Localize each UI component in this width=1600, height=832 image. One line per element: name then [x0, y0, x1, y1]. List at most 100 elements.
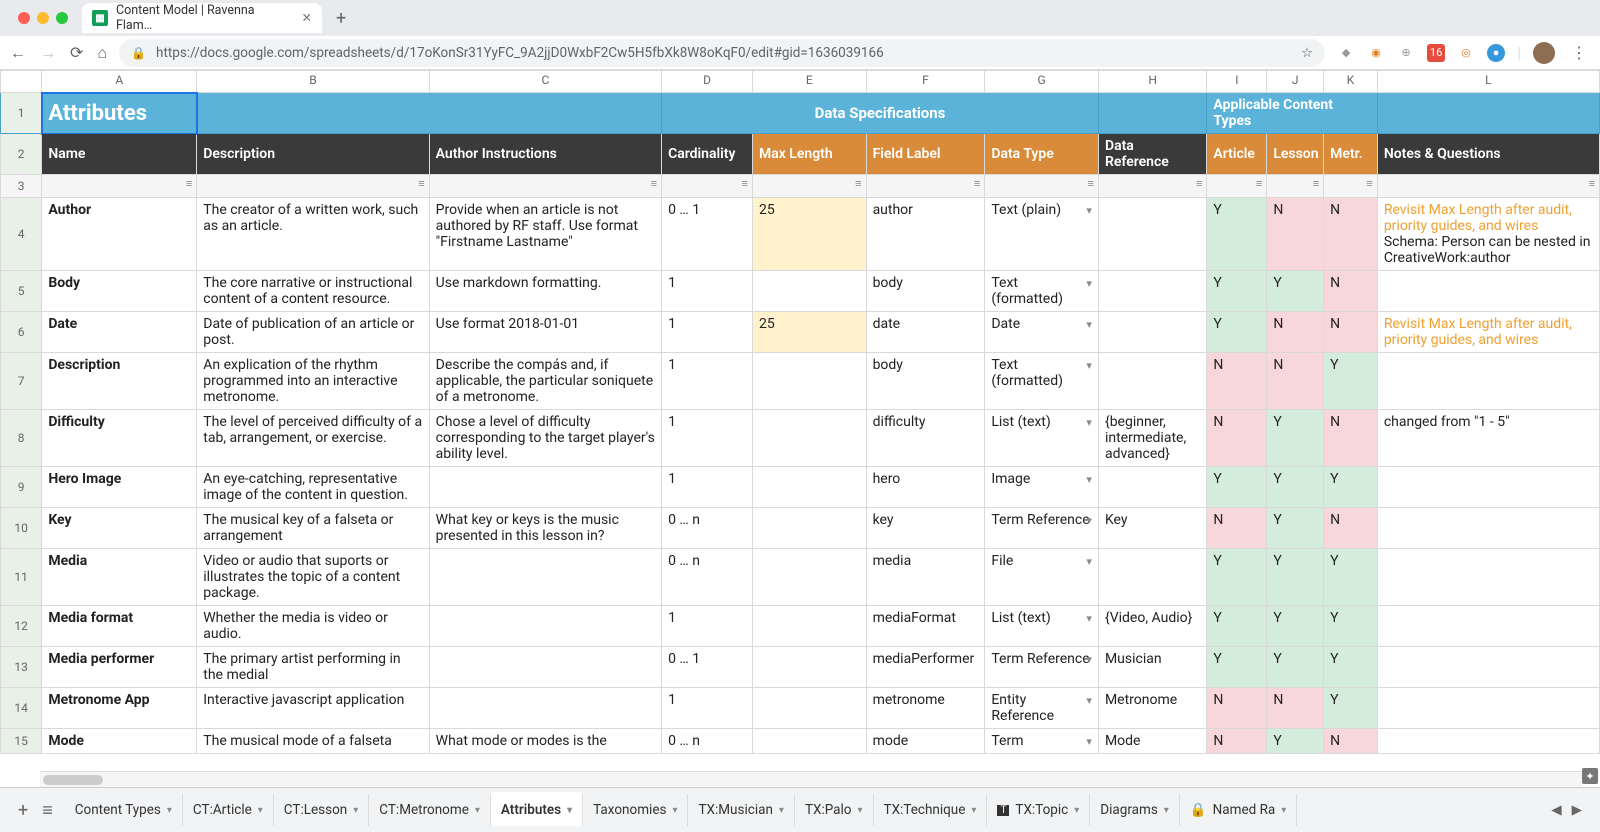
sheet-tab[interactable]: CT:Article▾	[183, 794, 274, 826]
cell-lesson[interactable]: Y	[1267, 647, 1324, 688]
cell-notes[interactable]	[1377, 467, 1599, 508]
cell-maxlength[interactable]	[752, 271, 866, 312]
cell-description[interactable]: An eye-catching, representative image of…	[197, 467, 429, 508]
header-cell[interactable]: Field Label	[866, 134, 985, 175]
cell-cardinality[interactable]: 0 … n	[662, 508, 753, 549]
chevron-down-icon[interactable]: ▾	[971, 805, 976, 816]
extension-icon[interactable]: 16	[1427, 44, 1445, 62]
cell-instructions[interactable]: What key or keys is the music presented …	[429, 508, 661, 549]
grid[interactable]: A B C D E F G H I J K L 1 Attributes Dat…	[0, 70, 1600, 754]
cell-datatype[interactable]: List (text)	[985, 606, 1099, 647]
cell-name[interactable]: Mode	[42, 729, 197, 754]
cell-datatype[interactable]: Text (formatted)	[985, 271, 1099, 312]
filter-icon[interactable]: ≡	[418, 177, 424, 190]
cell-fieldlabel[interactable]: hero	[866, 467, 985, 508]
cell-instructions[interactable]: Use markdown formatting.	[429, 271, 661, 312]
col-header[interactable]: C	[429, 71, 661, 93]
cell-datatype[interactable]: Date	[985, 312, 1099, 353]
cell-cardinality[interactable]: 1	[662, 353, 753, 410]
cell-fieldlabel[interactable]: body	[866, 353, 985, 410]
cell-name[interactable]: Media performer	[42, 647, 197, 688]
window-controls[interactable]	[10, 12, 76, 24]
extension-icon[interactable]: ●	[1487, 44, 1505, 62]
cell-instructions[interactable]	[429, 549, 661, 606]
cell-instructions[interactable]: What mode or modes is the	[429, 729, 661, 754]
cell-description[interactable]: The musical mode of a falseta	[197, 729, 429, 754]
cell-description[interactable]: The creator of a written work, such as a…	[197, 198, 429, 271]
header-cell[interactable]: Lesson	[1267, 134, 1324, 175]
sheet-tab[interactable]: CT:Metronome▾	[369, 794, 491, 826]
cell-name[interactable]: Body	[42, 271, 197, 312]
col-header[interactable]: I	[1207, 71, 1267, 93]
cell-notes[interactable]: Revisit Max Length after audit, priority…	[1377, 198, 1599, 271]
back-button[interactable]: ←	[10, 43, 26, 63]
bookmark-star-icon[interactable]: ☆	[1301, 45, 1313, 61]
cell-lesson[interactable]: N	[1267, 312, 1324, 353]
cell-metronome[interactable]: Y	[1324, 606, 1378, 647]
banner-cell[interactable]	[1377, 93, 1599, 134]
cell-datatype[interactable]: File	[985, 549, 1099, 606]
banner-cell[interactable]	[1098, 93, 1206, 134]
row-number[interactable]: 2	[1, 134, 42, 175]
filter-cell[interactable]: ≡	[752, 175, 866, 198]
cell-dataref[interactable]	[1098, 353, 1206, 410]
chevron-down-icon[interactable]: ▾	[1074, 805, 1079, 816]
select-all-corner[interactable]	[1, 71, 42, 93]
close-tab-icon[interactable]: ✕	[302, 10, 312, 26]
cell-notes[interactable]	[1377, 729, 1599, 754]
cell-lesson[interactable]: Y	[1267, 549, 1324, 606]
cell-metronome[interactable]: Y	[1324, 647, 1378, 688]
section-heading[interactable]: Applicable Content Types	[1207, 93, 1377, 134]
cell-instructions[interactable]: Provide when an article is not authored …	[429, 198, 661, 271]
cell-description[interactable]: Video or audio that suports or illustrat…	[197, 549, 429, 606]
browser-menu-button[interactable]: ⋮	[1567, 43, 1590, 62]
filter-icon[interactable]: ≡	[186, 177, 192, 190]
all-sheets-menu[interactable]: ≡	[42, 800, 53, 821]
cell-article[interactable]: Y	[1207, 271, 1267, 312]
cell-maxlength[interactable]	[752, 467, 866, 508]
cell-fieldlabel[interactable]: mode	[866, 729, 985, 754]
row-number[interactable]: 6	[1, 312, 42, 353]
filter-icon[interactable]: ≡	[1196, 177, 1202, 190]
cell-datatype[interactable]: Text (plain)	[985, 198, 1099, 271]
section-heading[interactable]: Data Specifications	[662, 93, 1099, 134]
cell-metronome[interactable]: N	[1324, 410, 1378, 467]
cell-lesson[interactable]: Y	[1267, 508, 1324, 549]
filter-cell[interactable]: ≡	[1324, 175, 1378, 198]
cell-article[interactable]: N	[1207, 729, 1267, 754]
cell-description[interactable]: The level of perceived difficulty of a t…	[197, 410, 429, 467]
cell-notes[interactable]	[1377, 688, 1599, 729]
cell-article[interactable]: N	[1207, 688, 1267, 729]
cell-cardinality[interactable]: 1	[662, 467, 753, 508]
cell-maxlength[interactable]	[752, 549, 866, 606]
cell-metronome[interactable]: Y	[1324, 688, 1378, 729]
filter-icon[interactable]: ≡	[1366, 177, 1372, 190]
cell-article[interactable]: Y	[1207, 312, 1267, 353]
cell-fieldlabel[interactable]: date	[866, 312, 985, 353]
cell-instructions[interactable]	[429, 467, 661, 508]
cell-cardinality[interactable]: 1	[662, 271, 753, 312]
filter-cell[interactable]: ≡	[1267, 175, 1324, 198]
cell-datatype[interactable]: Term Reference	[985, 647, 1099, 688]
column-header-row[interactable]: A B C D E F G H I J K L	[1, 71, 1600, 93]
chevron-down-icon[interactable]: ▾	[167, 805, 172, 816]
filter-icon[interactable]: ≡	[1589, 177, 1595, 190]
row-number[interactable]: 13	[1, 647, 42, 688]
explore-button[interactable]: ✦	[1582, 768, 1598, 784]
sheet-tab[interactable]: Content Types▾	[65, 794, 183, 826]
cell-metronome[interactable]: N	[1324, 198, 1378, 271]
cell-metronome[interactable]: N	[1324, 312, 1378, 353]
section-title[interactable]: Attributes	[42, 93, 197, 134]
cell-fieldlabel[interactable]: mediaPerformer	[866, 647, 985, 688]
cell-cardinality[interactable]: 1	[662, 312, 753, 353]
cell-article[interactable]: N	[1207, 353, 1267, 410]
cell-metronome[interactable]: Y	[1324, 353, 1378, 410]
row-number[interactable]: 8	[1, 410, 42, 467]
filter-cell[interactable]: ≡	[662, 175, 753, 198]
filter-cell[interactable]: ≡	[1377, 175, 1599, 198]
cell-name[interactable]: Media format	[42, 606, 197, 647]
row-number[interactable]: 15	[1, 729, 42, 754]
cell-article[interactable]: Y	[1207, 198, 1267, 271]
cell-cardinality[interactable]: 0 … n	[662, 549, 753, 606]
cell-instructions[interactable]	[429, 647, 661, 688]
